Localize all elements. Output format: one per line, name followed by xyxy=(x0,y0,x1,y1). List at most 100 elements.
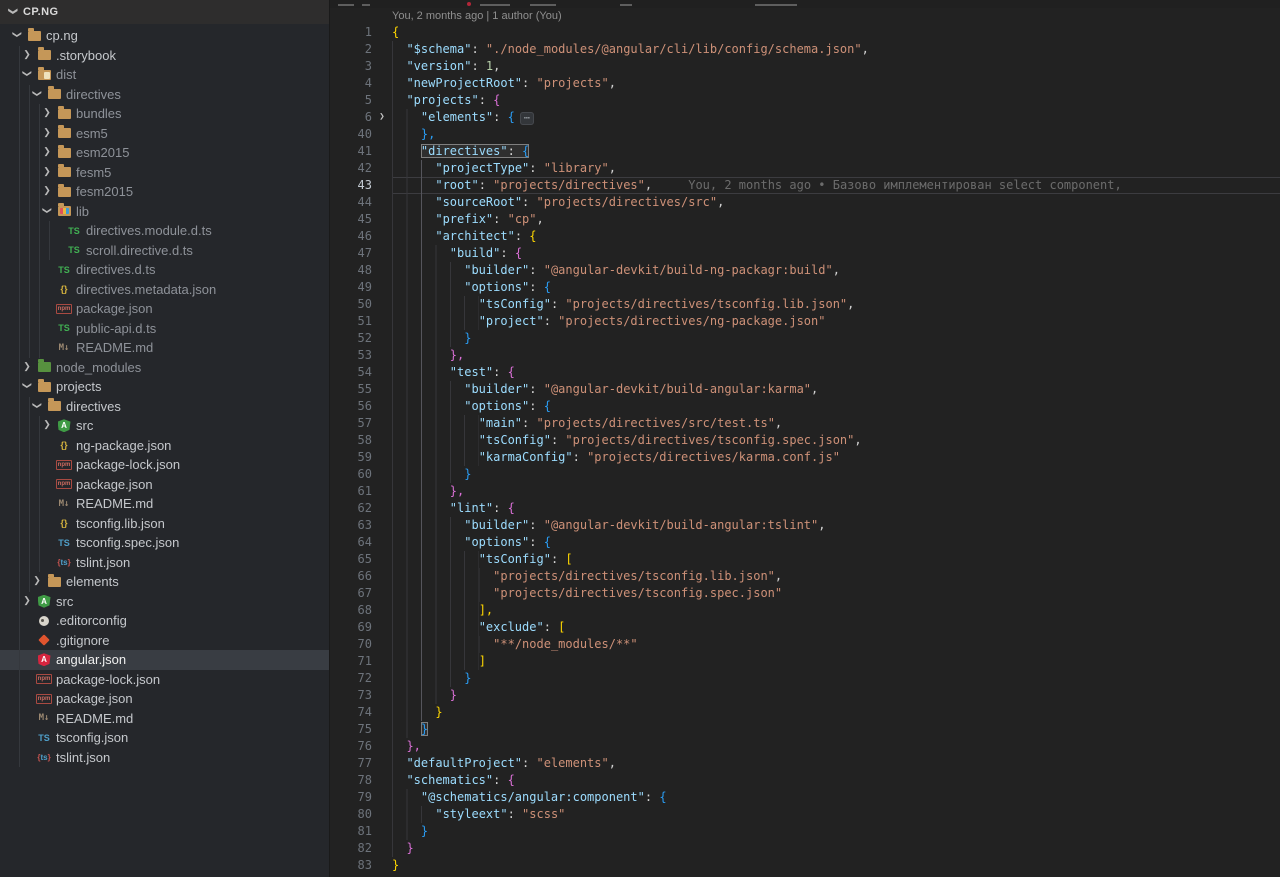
code-line-content[interactable]: "sourceRoot": "projects/directives/src", xyxy=(392,194,1280,211)
code-line-content[interactable]: }, xyxy=(392,738,1280,755)
tree-item-tsconfig.lib.json[interactable]: ❯{}tsconfig.lib.json xyxy=(0,513,329,533)
code-line-content[interactable]: "project": "projects/directives/ng-packa… xyxy=(392,313,1280,330)
code-line-content[interactable]: } xyxy=(392,704,1280,721)
tree-item-scroll.directive.d.ts[interactable]: ❯TSscroll.directive.d.ts xyxy=(0,240,329,260)
tree-item-readme.md[interactable]: ❯M↓README.md xyxy=(0,708,329,728)
chevron-right-icon[interactable]: ❯ xyxy=(40,166,54,176)
code-line-content[interactable]: "lint": { xyxy=(392,500,1280,517)
tree-item-tslint.json[interactable]: ❯{ts}tslint.json xyxy=(0,552,329,572)
code-line-content[interactable]: "root": "projects/directives", You, 2 mo… xyxy=(392,177,1280,194)
code-line-content[interactable]: ] xyxy=(392,653,1280,670)
code-line-content[interactable]: "tsConfig": "projects/directives/tsconfi… xyxy=(392,432,1280,449)
code-line-content[interactable]: } xyxy=(392,330,1280,347)
codelens-annotation[interactable]: You, 2 months ago | 1 author (You) xyxy=(330,8,1280,24)
code-line-content[interactable]: "build": { xyxy=(392,245,1280,262)
code-line-content[interactable]: "main": "projects/directives/src/test.ts… xyxy=(392,415,1280,432)
chevron-down-icon[interactable]: ❯ xyxy=(23,379,33,393)
tree-item-package.json[interactable]: ❯npmpackage.json xyxy=(0,689,329,709)
tree-item-package-lock.json[interactable]: ❯npmpackage-lock.json xyxy=(0,669,329,689)
code-line-content[interactable]: "schematics": { xyxy=(392,772,1280,789)
fold-chevron-icon[interactable]: ❯ xyxy=(372,109,392,126)
chevron-right-icon[interactable]: ❯ xyxy=(20,49,34,59)
tree-item-directives[interactable]: ❯ directives xyxy=(0,84,329,104)
chevron-right-icon[interactable]: ❯ xyxy=(20,361,34,371)
tree-item-angular.json[interactable]: ❯Aangular.json xyxy=(0,650,329,670)
tree-item-esm5[interactable]: ❯ esm5 xyxy=(0,123,329,143)
code-line-content[interactable]: } xyxy=(392,687,1280,704)
tree-item-esm2015[interactable]: ❯ esm2015 xyxy=(0,143,329,163)
code-line-content[interactable]: "version": 1, xyxy=(392,58,1280,75)
code-line-content[interactable]: "builder": "@angular-devkit/build-angula… xyxy=(392,381,1280,398)
tree-item-lib[interactable]: ❯ lib xyxy=(0,201,329,221)
code-line-content[interactable]: "exclude": [ xyxy=(392,619,1280,636)
code-line-content[interactable]: }, xyxy=(392,347,1280,364)
tree-item-dist[interactable]: ❯ dist xyxy=(0,65,329,85)
tree-item-fesm2015[interactable]: ❯ fesm2015 xyxy=(0,182,329,202)
code-line-content[interactable]: "directives": { xyxy=(392,143,1280,160)
tree-item-elements[interactable]: ❯ elements xyxy=(0,572,329,592)
code-line-content[interactable]: "builder": "@angular-devkit/build-ng-pac… xyxy=(392,262,1280,279)
tree-item-readme.md[interactable]: ❯M↓README.md xyxy=(0,494,329,514)
code-line-content[interactable]: } xyxy=(392,840,1280,857)
code-line-content[interactable]: "tsConfig": "projects/directives/tsconfi… xyxy=(392,296,1280,313)
chevron-down-icon[interactable]: ❯ xyxy=(43,203,53,217)
code-line-content[interactable]: }, xyxy=(392,126,1280,143)
code-line-content[interactable]: "karmaConfig": "projects/directives/karm… xyxy=(392,449,1280,466)
code-line-content[interactable]: "builder": "@angular-devkit/build-angula… xyxy=(392,517,1280,534)
tree-item-tslint.json[interactable]: ❯{ts}tslint.json xyxy=(0,747,329,767)
tree-item-directives.d.ts[interactable]: ❯TSdirectives.d.ts xyxy=(0,260,329,280)
code-line-content[interactable]: "options": { xyxy=(392,534,1280,551)
code-line-content[interactable]: "$schema": "./node_modules/@angular/cli/… xyxy=(392,41,1280,58)
tree-item-readme.md[interactable]: ❯M↓README.md xyxy=(0,338,329,358)
chevron-right-icon[interactable]: ❯ xyxy=(40,186,54,195)
code-line-content[interactable]: } xyxy=(392,823,1280,840)
code-line-content[interactable]: } xyxy=(392,466,1280,483)
tree-item-src[interactable]: ❯ Asrc xyxy=(0,591,329,611)
code-line-content[interactable]: { xyxy=(392,24,1280,41)
tree-item-public-api.d.ts[interactable]: ❯TSpublic-api.d.ts xyxy=(0,318,329,338)
tree-item-.editorconfig[interactable]: ❯.editorconfig xyxy=(0,611,329,631)
tree-item-tsconfig.json[interactable]: ❯TStsconfig.json xyxy=(0,728,329,748)
chevron-down-icon[interactable]: ❯ xyxy=(13,28,23,42)
code-line-content[interactable]: "options": { xyxy=(392,398,1280,415)
tree-item-package.json[interactable]: ❯npmpackage.json xyxy=(0,299,329,319)
chevron-right-icon[interactable]: ❯ xyxy=(40,108,54,117)
code-line-content[interactable]: "prefix": "cp", xyxy=(392,211,1280,228)
tree-item-directives.module.d.ts[interactable]: ❯TSdirectives.module.d.ts xyxy=(0,221,329,241)
code-line-content[interactable]: } xyxy=(392,857,1280,874)
chevron-down-icon[interactable]: ❯ xyxy=(23,67,33,81)
tree-item-package-lock.json[interactable]: ❯npmpackage-lock.json xyxy=(0,455,329,475)
code-line-content[interactable]: "defaultProject": "elements", xyxy=(392,755,1280,772)
tree-item-.storybook[interactable]: ❯ .storybook xyxy=(0,45,329,65)
tree-item-package.json[interactable]: ❯npmpackage.json xyxy=(0,474,329,494)
chevron-right-icon[interactable]: ❯ xyxy=(40,127,54,137)
code-line-content[interactable]: "options": { xyxy=(392,279,1280,296)
code-line-content[interactable]: "styleext": "scss" xyxy=(392,806,1280,823)
tree-item-projects[interactable]: ❯ projects xyxy=(0,377,329,397)
code-line-content[interactable]: ], xyxy=(392,602,1280,619)
chevron-right-icon[interactable]: ❯ xyxy=(20,595,34,605)
explorer-section-header[interactable]: ❯ CP.NG xyxy=(0,0,329,24)
tree-item-directives[interactable]: ❯ directives xyxy=(0,396,329,416)
code-line-content[interactable]: "elements": {⋯ xyxy=(392,109,1280,126)
tree-item-node-modules[interactable]: ❯ node_modules xyxy=(0,357,329,377)
code-line-content[interactable]: "test": { xyxy=(392,364,1280,381)
code-line-content[interactable]: } xyxy=(392,721,1280,738)
tree-item-src[interactable]: ❯ Asrc xyxy=(0,416,329,436)
code-line-content[interactable]: }, xyxy=(392,483,1280,500)
code-line-content[interactable]: "projects/directives/tsconfig.lib.json", xyxy=(392,568,1280,585)
chevron-right-icon[interactable]: ❯ xyxy=(40,147,54,156)
tree-item-fesm5[interactable]: ❯ fesm5 xyxy=(0,162,329,182)
tree-item-.gitignore[interactable]: ❯.gitignore xyxy=(0,630,329,650)
tree-item-cp.ng[interactable]: ❯ cp.ng xyxy=(0,26,329,46)
tree-item-directives.metadata.json[interactable]: ❯{}directives.metadata.json xyxy=(0,279,329,299)
tree-item-bundles[interactable]: ❯ bundles xyxy=(0,104,329,124)
code-line-content[interactable]: "projectType": "library", xyxy=(392,160,1280,177)
code-line-content[interactable]: "projects/directives/tsconfig.spec.json" xyxy=(392,585,1280,602)
code-line-content[interactable]: "**/node_modules/**" xyxy=(392,636,1280,653)
chevron-right-icon[interactable]: ❯ xyxy=(40,420,54,429)
code-line-content[interactable]: "tsConfig": [ xyxy=(392,551,1280,568)
code-line-content[interactable]: "@schematics/angular:component": { xyxy=(392,789,1280,806)
chevron-down-icon[interactable]: ❯ xyxy=(33,398,43,412)
code-line-content[interactable]: "newProjectRoot": "projects", xyxy=(392,75,1280,92)
